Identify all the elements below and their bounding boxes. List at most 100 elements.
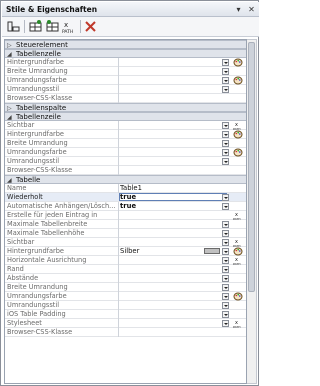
column-divider: [118, 85, 119, 94]
section-label: Tabellenspalte: [16, 104, 67, 112]
color-palette-icon[interactable]: [233, 247, 243, 256]
layout-icon[interactable]: [6, 19, 21, 34]
section-tabellenspalte[interactable]: ▷ Tabellenspalte: [5, 103, 246, 112]
dropdown-arrow-icon[interactable]: [222, 86, 229, 93]
toolbar: x PATH: [2, 17, 259, 37]
property-row-sichtbar[interactable]: Sichtbar x PATH: [5, 238, 246, 247]
color-palette-icon[interactable]: [233, 148, 243, 157]
property-row-erstelle-fuer-jeden[interactable]: Erstelle für jeden Eintrag in x PATH: [5, 211, 246, 220]
property-row-max-tabellenbreite[interactable]: Maximale Tabellenbreite: [5, 220, 246, 229]
dropdown-arrow-icon[interactable]: [222, 248, 229, 255]
collapse-triangle-icon[interactable]: ▷: [7, 42, 12, 49]
property-row-wiederholt[interactable]: Wiederholt true: [5, 193, 246, 202]
dropdown-arrow-icon[interactable]: [222, 275, 229, 282]
section-label: Tabellenzelle: [16, 50, 61, 58]
property-row-breite-umrandung[interactable]: Breite Umrandung: [5, 67, 246, 76]
xpath-icon[interactable]: xPATH: [233, 238, 243, 247]
property-row-horizontale-ausrichtung[interactable]: Horizontale Ausrichtung x PATH: [5, 256, 246, 265]
expand-triangle-icon[interactable]: ▷: [7, 105, 12, 112]
property-value[interactable]: Table1: [120, 184, 220, 192]
vertical-scrollbar[interactable]: [247, 39, 257, 384]
section-tabelle[interactable]: ◢ Tabelle: [5, 175, 246, 184]
dropdown-arrow-icon[interactable]: [222, 257, 229, 264]
insert-style-icon[interactable]: [45, 19, 60, 34]
dropdown-arrow-icon[interactable]: [222, 68, 229, 75]
property-value[interactable]: true: [120, 202, 220, 210]
delete-icon[interactable]: [83, 19, 98, 34]
dropdown-arrow-icon[interactable]: [222, 284, 229, 291]
property-row-browser-css-klasse[interactable]: Browser-CSS-Klasse: [5, 166, 246, 175]
close-icon[interactable]: ✕: [247, 5, 256, 14]
dropdown-arrow-icon[interactable]: [222, 203, 229, 210]
dropdown-arrow-icon[interactable]: ▾: [234, 5, 243, 14]
collapse-triangle-icon[interactable]: ◢: [7, 177, 12, 184]
dropdown-arrow-icon[interactable]: [222, 221, 229, 228]
property-value[interactable]: true: [120, 193, 220, 201]
section-tabellenzeile[interactable]: ◢ Tabellenzeile: [5, 112, 246, 121]
property-row-max-tabellenhoehe[interactable]: Maximale Tabellenhöhe: [5, 229, 246, 238]
section-tabellenzelle[interactable]: ◢ Tabellenzelle: [5, 49, 246, 58]
dropdown-arrow-icon[interactable]: [222, 149, 229, 156]
property-name: Umrandungsfarbe: [7, 148, 67, 156]
color-palette-icon[interactable]: [233, 58, 243, 67]
property-row-abstaende[interactable]: Abstände: [5, 274, 246, 283]
section-label: Tabellenzeile: [16, 113, 61, 121]
color-swatch[interactable]: [204, 248, 220, 254]
scrollbar-thumb[interactable]: [248, 42, 255, 292]
property-row-umrandungsfarbe[interactable]: Umrandungsfarbe: [5, 148, 246, 157]
dropdown-arrow-icon[interactable]: [222, 140, 229, 147]
property-row-umrandungsfarbe[interactable]: Umrandungsfarbe: [5, 292, 246, 301]
property-row-browser-css-klasse[interactable]: Browser-CSS-Klasse: [5, 328, 246, 337]
dropdown-arrow-icon[interactable]: [222, 320, 229, 327]
dropdown-arrow-icon[interactable]: [222, 77, 229, 84]
color-palette-icon[interactable]: [233, 130, 243, 139]
section-steuerelement[interactable]: ▷ Steuerelement: [5, 40, 246, 49]
property-row-breite-umrandung[interactable]: Breite Umrandung: [5, 139, 246, 148]
xpath-icon[interactable]: xPATH: [233, 319, 243, 328]
xpath-icon[interactable]: xPATH: [233, 121, 243, 130]
xpath-style-icon[interactable]: x PATH: [62, 19, 77, 34]
dropdown-arrow-icon[interactable]: [222, 239, 229, 246]
dropdown-arrow-icon[interactable]: [222, 266, 229, 273]
color-palette-icon[interactable]: [233, 76, 243, 85]
property-row-umrandungsfarbe[interactable]: Umrandungsfarbe: [5, 76, 246, 85]
property-row-hintergrundfarbe[interactable]: Hintergrundfarbe Silber: [5, 247, 246, 256]
column-divider: [118, 229, 119, 238]
property-row-ios-table-padding[interactable]: iOS Table Padding: [5, 310, 246, 319]
color-palette-icon[interactable]: [233, 292, 243, 301]
dropdown-arrow-icon[interactable]: [222, 131, 229, 138]
property-row-hintergrundfarbe[interactable]: Hintergrundfarbe: [5, 130, 246, 139]
property-row-umrandungsstil[interactable]: Umrandungsstil: [5, 157, 246, 166]
xpath-icon[interactable]: xPATH: [233, 211, 243, 220]
dropdown-arrow-icon[interactable]: [222, 293, 229, 300]
dropdown-arrow-icon[interactable]: [222, 122, 229, 129]
xpath-icon[interactable]: xPATH: [233, 256, 243, 265]
add-style-icon[interactable]: [28, 19, 43, 34]
column-divider: [118, 58, 119, 67]
property-row-sichtbar[interactable]: Sichtbar x PATH: [5, 121, 246, 130]
property-row-breite-umrandung[interactable]: Breite Umrandung: [5, 283, 246, 292]
property-row-auto-anhaengen[interactable]: Automatische Anhängen/Lösch... true: [5, 202, 246, 211]
column-divider: [118, 130, 119, 139]
column-divider: [118, 157, 119, 166]
dropdown-arrow-icon[interactable]: [222, 59, 229, 66]
property-name: Umrandungsstil: [7, 85, 60, 93]
collapse-triangle-icon[interactable]: ◢: [7, 51, 12, 58]
property-name: Horizontale Ausrichtung: [7, 256, 87, 264]
property-row-umrandungsstil[interactable]: Umrandungsstil: [5, 301, 246, 310]
property-row-rand[interactable]: Rand: [5, 265, 246, 274]
dropdown-arrow-icon[interactable]: [222, 311, 229, 318]
property-name: Browser-CSS-Klasse: [7, 94, 73, 102]
property-row-hintergrundfarbe[interactable]: Hintergrundfarbe: [5, 58, 246, 67]
property-row-stylesheet[interactable]: Stylesheet x PATH: [5, 319, 246, 328]
column-divider: [118, 211, 119, 220]
dropdown-arrow-icon[interactable]: [222, 230, 229, 237]
dropdown-arrow-icon[interactable]: [222, 158, 229, 165]
dropdown-arrow-icon[interactable]: [222, 302, 229, 309]
property-row-browser-css-klasse[interactable]: Browser-CSS-Klasse: [5, 94, 246, 103]
property-row-umrandungsstil[interactable]: Umrandungsstil: [5, 85, 246, 94]
property-row-name[interactable]: Name Table1: [5, 184, 246, 193]
dropdown-arrow-icon[interactable]: [222, 194, 229, 201]
property-name: Breite Umrandung: [7, 283, 68, 291]
collapse-triangle-icon[interactable]: ◢: [7, 114, 12, 121]
